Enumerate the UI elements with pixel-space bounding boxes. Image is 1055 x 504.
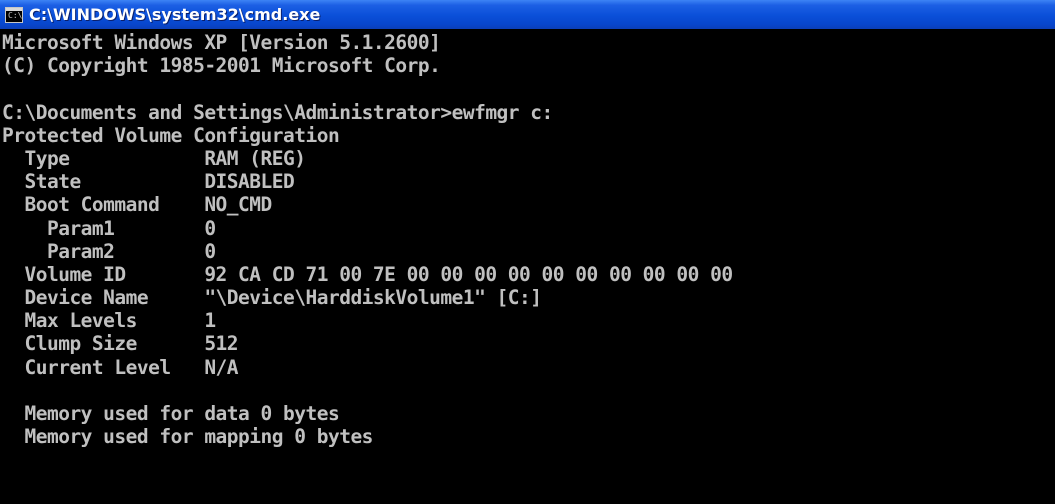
window-title: C:\WINDOWS\system32\cmd.exe bbox=[29, 5, 321, 24]
console-icon[interactable]: C:\ bbox=[5, 6, 23, 23]
console-line: Type RAM (REG) bbox=[2, 146, 306, 170]
console-line: Memory used for mapping 0 bytes bbox=[2, 425, 373, 449]
console-output[interactable]: Microsoft Windows XP [Version 5.1.2600] … bbox=[0, 29, 1055, 504]
console-icon-label: C:\ bbox=[8, 10, 23, 20]
console-line: Boot Command NO_CMD bbox=[2, 193, 272, 217]
console-line: C:\Documents and Settings\Administrator>… bbox=[2, 100, 553, 124]
console-line: Memory used for data 0 bytes bbox=[2, 402, 340, 425]
console-line: (C) Copyright 1985-2001 Microsoft Corp. bbox=[2, 54, 441, 78]
console-line: Clump Size 512 bbox=[2, 332, 239, 356]
console-line: Param2 0 bbox=[2, 239, 216, 263]
console-line: Device Name "\Device\HarddiskVolume1" [C… bbox=[2, 286, 542, 310]
console-line: Microsoft Windows XP [Version 5.1.2600] bbox=[2, 31, 441, 54]
console-line: Current Level N/A bbox=[2, 355, 239, 379]
console-line: Param1 0 bbox=[2, 216, 216, 240]
cmd-window: C:\ C:\WINDOWS\system32\cmd.exe Microsof… bbox=[0, 0, 1055, 504]
title-bar[interactable]: C:\ C:\WINDOWS\system32\cmd.exe bbox=[0, 0, 1055, 29]
console-line: Protected Volume Configuration bbox=[2, 123, 340, 147]
console-line: Max Levels 1 bbox=[2, 309, 216, 333]
console-line: Volume ID 92 CA CD 71 00 7E 00 00 00 00 … bbox=[2, 262, 733, 286]
console-line: State DISABLED bbox=[2, 170, 295, 194]
